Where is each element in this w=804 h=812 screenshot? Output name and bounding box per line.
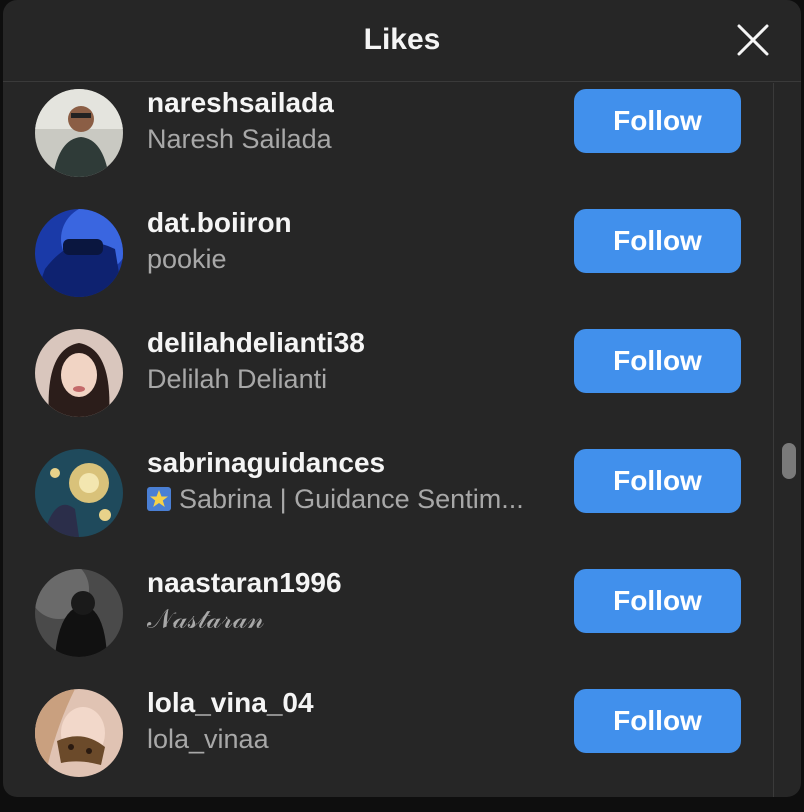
follow-button[interactable]: Follow: [574, 569, 741, 633]
full-name: Sabrina | Guidance Sentim...: [147, 482, 524, 516]
full-name-text: Sabrina | Guidance Sentim...: [179, 484, 524, 514]
username[interactable]: lola_vina_04: [147, 686, 314, 720]
close-icon: [737, 24, 769, 56]
dialog-header: Likes: [3, 0, 801, 82]
avatar[interactable]: [35, 449, 123, 537]
list-item: nareshsailada Naresh Sailada Follow: [3, 83, 773, 177]
username[interactable]: nareshsailada: [147, 86, 334, 120]
full-name: pookie: [147, 244, 227, 274]
full-name: lola_vinaa: [147, 724, 269, 754]
follow-button[interactable]: Follow: [574, 449, 741, 513]
list-item: delilahdelianti38 Delilah Delianti Follo…: [3, 290, 773, 417]
list-item: naastaran1996 𝒩𝒶𝓈𝓉𝒶𝓇𝒶𝓃 Follow: [3, 530, 773, 657]
username[interactable]: sabrinaguidances: [147, 446, 385, 480]
list-item: dat.boiiron pookie Follow: [3, 170, 773, 297]
follow-button[interactable]: Follow: [574, 89, 741, 153]
username[interactable]: naastaran1996: [147, 566, 342, 600]
username[interactable]: delilahdelianti38: [147, 326, 365, 360]
follow-button[interactable]: Follow: [574, 329, 741, 393]
avatar[interactable]: [35, 209, 123, 297]
scrollbar-track: [773, 83, 774, 797]
list-item: lola_vina_04 lola_vinaa Follow: [3, 650, 773, 777]
likes-dialog: Likes nareshsailada Naresh Sailada Follo…: [3, 0, 801, 797]
follow-button[interactable]: Follow: [574, 209, 741, 273]
avatar[interactable]: [35, 89, 123, 177]
follow-button[interactable]: Follow: [574, 689, 741, 753]
full-name: Delilah Delianti: [147, 364, 328, 394]
close-button[interactable]: [733, 20, 773, 60]
full-name: Naresh Sailada: [147, 124, 332, 154]
username[interactable]: dat.boiiron: [147, 206, 292, 240]
dialog-title: Likes: [363, 23, 441, 56]
avatar[interactable]: [35, 689, 123, 777]
avatar[interactable]: [35, 569, 123, 657]
list-item: sabrinaguidances Sabrina | Guidance Sent…: [3, 410, 773, 537]
avatar[interactable]: [35, 329, 123, 417]
star-emoji-icon: [147, 487, 171, 511]
full-name: 𝒩𝒶𝓈𝓉𝒶𝓇𝒶𝓃: [147, 604, 265, 634]
likes-list: nareshsailada Naresh Sailada Follow dat.…: [3, 83, 773, 797]
scrollbar-thumb[interactable]: [782, 443, 796, 479]
